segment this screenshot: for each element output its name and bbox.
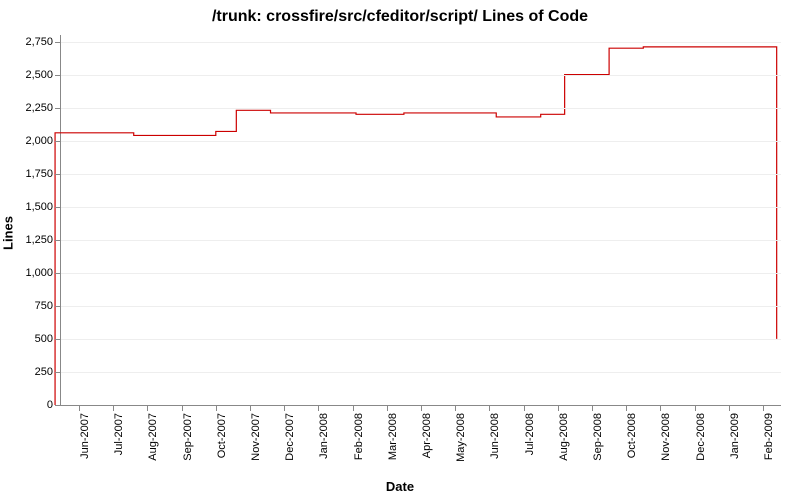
- y-tick-label: 500: [35, 333, 53, 345]
- y-tick-label: 250: [35, 366, 53, 378]
- y-tick: [55, 42, 61, 43]
- gridline: [61, 108, 781, 109]
- x-tick: [216, 405, 217, 411]
- gridline: [61, 273, 781, 274]
- y-tick: [55, 273, 61, 274]
- x-tick-label: Apr-2008: [421, 413, 433, 458]
- x-tick: [626, 405, 627, 411]
- gridline: [61, 207, 781, 208]
- y-tick-label: 1,250: [25, 234, 53, 246]
- x-tick-label: Sep-2008: [592, 413, 604, 461]
- gridline: [61, 372, 781, 373]
- x-tick: [284, 405, 285, 411]
- chart-title: /trunk: crossfire/src/cfeditor/script/ L…: [0, 8, 800, 26]
- y-tick-label: 2,750: [25, 36, 53, 48]
- x-tick-label: Dec-2007: [284, 413, 296, 461]
- x-tick: [387, 405, 388, 411]
- x-tick: [353, 405, 354, 411]
- x-tick: [489, 405, 490, 411]
- x-tick: [455, 405, 456, 411]
- y-tick-label: 1,000: [25, 267, 53, 279]
- x-tick-label: Jan-2008: [318, 413, 330, 459]
- x-tick: [250, 405, 251, 411]
- x-tick-label: Jun-2008: [489, 413, 501, 459]
- x-tick: [79, 405, 80, 411]
- gridline: [61, 75, 781, 76]
- x-tick-label: Jun-2007: [79, 413, 91, 459]
- y-tick: [55, 372, 61, 373]
- data-series-svg: [61, 35, 781, 405]
- x-tick: [592, 405, 593, 411]
- gridline: [61, 339, 781, 340]
- y-axis-title: Lines: [1, 216, 16, 250]
- x-tick-label: May-2008: [455, 413, 467, 462]
- x-tick-label: Jan-2009: [729, 413, 741, 459]
- y-tick-label: 2,500: [25, 69, 53, 81]
- plot-area: 02505007501,0001,2501,5001,7502,0002,250…: [60, 35, 781, 406]
- chart-container: /trunk: crossfire/src/cfeditor/script/ L…: [0, 0, 800, 500]
- x-tick: [524, 405, 525, 411]
- x-tick-label: Nov-2007: [250, 413, 262, 461]
- y-tick-label: 1,500: [25, 201, 53, 213]
- x-tick-label: Sep-2007: [182, 413, 194, 461]
- x-tick-label: Dec-2008: [695, 413, 707, 461]
- x-tick-label: Jul-2007: [113, 413, 125, 455]
- gridline: [61, 240, 781, 241]
- x-tick-label: Mar-2008: [387, 413, 399, 460]
- y-tick: [55, 207, 61, 208]
- y-tick: [55, 174, 61, 175]
- x-tick-label: Feb-2009: [763, 413, 775, 460]
- y-tick: [55, 75, 61, 76]
- x-tick: [113, 405, 114, 411]
- x-tick: [421, 405, 422, 411]
- x-tick: [763, 405, 764, 411]
- x-tick: [660, 405, 661, 411]
- gridline: [61, 306, 781, 307]
- y-tick-label: 750: [35, 300, 53, 312]
- x-tick-label: Oct-2007: [216, 413, 228, 458]
- y-tick: [55, 240, 61, 241]
- x-tick-label: Jul-2008: [524, 413, 536, 455]
- y-tick: [55, 108, 61, 109]
- x-tick-label: Oct-2008: [626, 413, 638, 458]
- gridline: [61, 42, 781, 43]
- x-tick: [729, 405, 730, 411]
- x-tick-label: Feb-2008: [353, 413, 365, 460]
- y-tick-label: 1,750: [25, 168, 53, 180]
- series-line: [55, 47, 777, 405]
- x-tick-label: Nov-2008: [660, 413, 672, 461]
- y-tick: [55, 141, 61, 142]
- y-tick-label: 2,250: [25, 102, 53, 114]
- x-tick: [558, 405, 559, 411]
- x-tick-label: Aug-2008: [558, 413, 570, 461]
- y-tick: [55, 339, 61, 340]
- x-tick: [182, 405, 183, 411]
- y-tick: [55, 306, 61, 307]
- x-tick: [318, 405, 319, 411]
- gridline: [61, 174, 781, 175]
- x-tick-label: Aug-2007: [147, 413, 159, 461]
- x-axis-title: Date: [0, 479, 800, 494]
- x-tick: [695, 405, 696, 411]
- y-tick-label: 0: [47, 399, 53, 411]
- y-tick-label: 2,000: [25, 135, 53, 147]
- y-tick: [55, 405, 61, 406]
- gridline: [61, 141, 781, 142]
- x-tick: [147, 405, 148, 411]
